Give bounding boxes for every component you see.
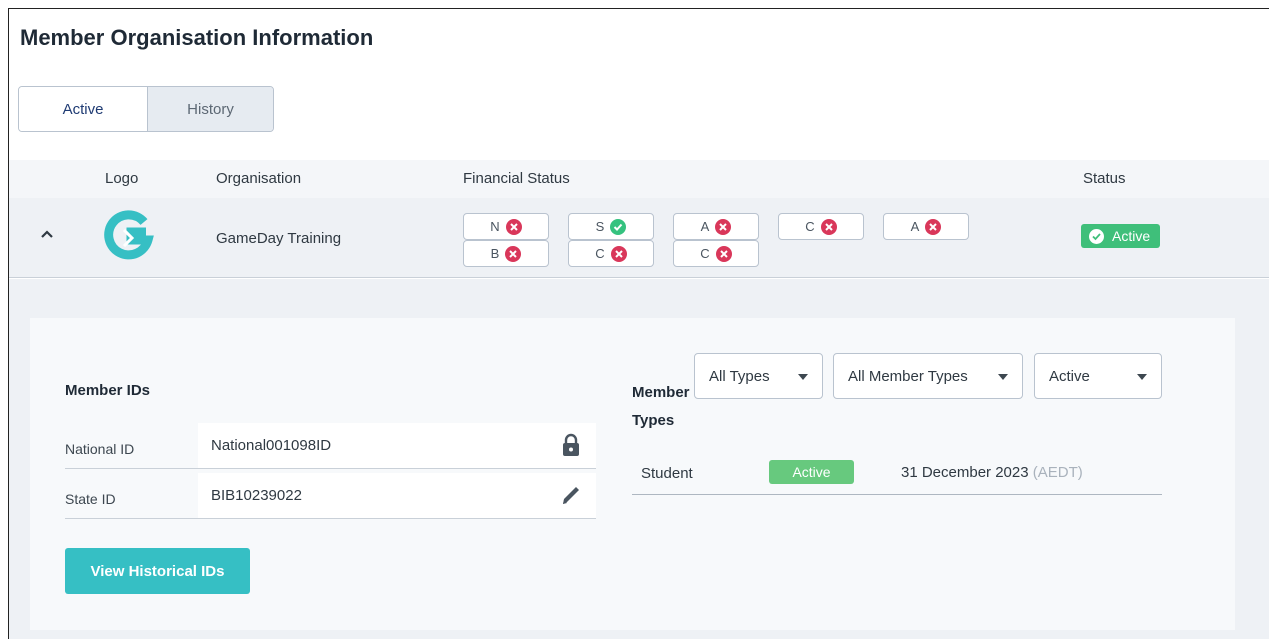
pill-label: N — [490, 219, 500, 234]
table-header: Logo Organisation Financial Status Statu… — [9, 160, 1269, 198]
view-historical-ids-button[interactable]: View Historical IDs — [65, 548, 250, 594]
national-id-row: National ID National001098ID — [65, 423, 596, 469]
national-id-value: National001098ID — [211, 437, 332, 454]
financial-status-pill[interactable]: A — [883, 213, 969, 240]
state-id-row: State ID BIB10239022 — [65, 473, 596, 519]
financial-status-pill[interactable]: B — [463, 240, 549, 267]
x-circle-icon — [505, 245, 522, 262]
state-id-field: BIB10239022 — [198, 473, 596, 518]
financial-status-pill[interactable]: S — [568, 213, 654, 240]
pencil-icon[interactable] — [560, 483, 582, 507]
member-type-name: Student — [641, 465, 693, 482]
page-title: Member Organisation Information — [20, 25, 374, 50]
member-organisation-panel: Member Organisation Information Active H… — [8, 8, 1269, 639]
organisation-name: GameDay Training — [216, 230, 342, 247]
check-circle-icon — [1089, 228, 1104, 244]
caret-down-icon — [798, 374, 808, 380]
x-circle-icon — [505, 218, 522, 235]
x-circle-icon — [820, 218, 837, 235]
financial-status-pill[interactable]: C — [673, 240, 759, 267]
pill-label: A — [700, 219, 710, 234]
pill-label: B — [490, 246, 500, 261]
x-circle-icon — [715, 218, 732, 235]
check-circle-icon — [610, 218, 627, 235]
state-id-value: BIB10239022 — [211, 487, 302, 504]
header-financial-status: Financial Status — [463, 170, 570, 187]
caret-down-icon — [998, 374, 1008, 380]
member-type-expiry: 31 December 2023 (AEDT) — [901, 464, 1083, 481]
x-circle-icon — [925, 218, 942, 235]
tab-group: Active History — [18, 86, 274, 132]
financial-status-pill[interactable]: N — [463, 213, 549, 240]
type-filter-value: All Types — [709, 367, 770, 385]
pill-label: C — [805, 219, 815, 234]
header-organisation: Organisation — [216, 170, 302, 187]
pill-label: A — [910, 219, 920, 234]
member-type-row: Student Active 31 December 2023 (AEDT) — [632, 452, 1162, 495]
caret-down-icon — [1137, 374, 1147, 380]
member-type-filter-select[interactable]: All Member Types — [833, 353, 1023, 399]
status-badge: Active — [1081, 224, 1161, 248]
status-filter-value: Active — [1049, 367, 1090, 385]
pill-label: C — [700, 246, 710, 261]
lock-icon[interactable] — [560, 433, 582, 457]
details-card: Member IDs National ID National001098ID … — [30, 318, 1235, 630]
national-id-field: National001098ID — [198, 423, 596, 468]
pill-label: S — [595, 219, 605, 234]
header-logo: Logo — [105, 170, 139, 187]
pill-label: C — [595, 246, 605, 261]
expanded-details: Member IDs National ID National001098ID … — [9, 279, 1269, 639]
national-id-label: National ID — [65, 441, 135, 457]
member-ids-title: Member IDs — [65, 382, 151, 399]
financial-status-pill[interactable]: C — [778, 213, 864, 240]
x-circle-icon — [610, 245, 627, 262]
state-id-label: State ID — [65, 491, 116, 507]
status-label: Active — [1112, 228, 1151, 244]
member-type-status-badge: Active — [769, 460, 854, 484]
financial-status-pill[interactable]: C — [568, 240, 654, 267]
header-status: Status — [1083, 170, 1126, 187]
chevron-up-icon[interactable] — [37, 224, 57, 244]
member-type-filter-value: All Member Types — [848, 367, 968, 385]
tab-active[interactable]: Active — [19, 87, 147, 131]
tab-history[interactable]: History — [147, 87, 273, 131]
member-types-title: Member Types — [632, 384, 690, 429]
status-filter-select[interactable]: Active — [1034, 353, 1162, 399]
timezone-label: (AEDT) — [1032, 464, 1083, 481]
expiry-date: 31 December 2023 — [901, 464, 1029, 481]
financial-status-pill[interactable]: A — [673, 213, 759, 240]
type-filter-select[interactable]: All Types — [694, 353, 823, 399]
x-circle-icon — [715, 245, 732, 262]
organisation-logo — [104, 210, 156, 262]
table-row[interactable]: GameDay Training Active NSACABCC — [9, 198, 1269, 278]
